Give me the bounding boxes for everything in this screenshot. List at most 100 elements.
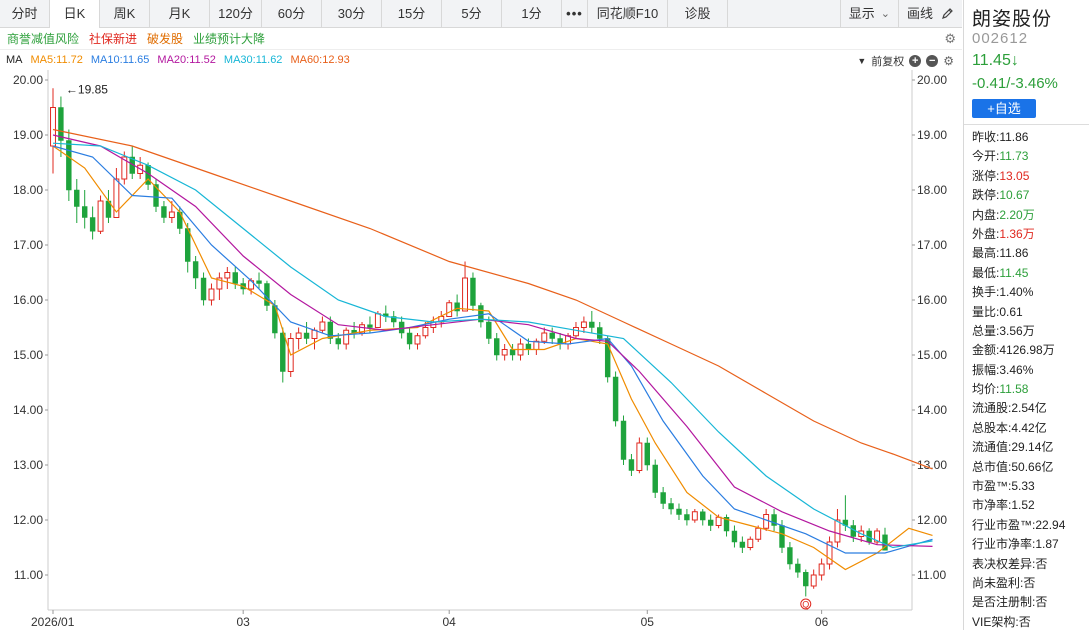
stock-tag[interactable]: 业绩预计大降 [193, 30, 265, 47]
candle-body [747, 538, 754, 548]
candle-body [652, 464, 658, 493]
candle-body [668, 503, 674, 510]
stat-row: 昨收:11.86 [972, 128, 1089, 147]
y-tick-label: 13.00 [13, 458, 43, 472]
chevron-down-icon: ⌄ [880, 7, 890, 20]
stat-row: 最低:11.45 [972, 264, 1089, 283]
tab-6[interactable]: 30分 [322, 0, 382, 28]
zoom-out-icon[interactable]: − [926, 55, 939, 67]
more-tabs-button[interactable]: ••• [562, 0, 588, 28]
stat-row: 量比:0.61 [972, 303, 1089, 322]
price-annotation: ←19.85 [66, 82, 108, 96]
candle-body [335, 338, 341, 345]
candle-body [541, 332, 548, 342]
kline-chart[interactable]: 11.00 11.00 12.00 12.00 13.00 13.00 14.00 14.00… [0, 70, 1089, 630]
candle-body [208, 288, 215, 301]
stat-label: 昨收: [972, 130, 1000, 144]
candle-body [501, 349, 508, 356]
stat-value: 11.58 [999, 382, 1029, 397]
tab-11[interactable]: 同花顺F10 [588, 0, 668, 28]
stat-label: 内盘: [972, 207, 1000, 222]
tab-12[interactable]: 诊股 [668, 0, 728, 28]
candle-body [422, 327, 429, 337]
divider [964, 124, 1089, 125]
stats-list: 昨收:11.86 今开:11.73 涨停:13.05 跌停:10.67 内盘:2.20万… [972, 128, 1089, 630]
adjust-mode-select[interactable]: 前复权 [871, 53, 904, 69]
candle-body [707, 519, 714, 526]
candle-body [580, 321, 587, 328]
tab-5[interactable]: 60分 [262, 0, 322, 28]
stat-row: 流通值:29.14亿 [972, 438, 1089, 457]
candle-body [636, 442, 643, 471]
stat-value: 1.87 [1035, 537, 1059, 552]
stat-value: 3.46% [999, 362, 1034, 377]
candle-body [525, 343, 532, 350]
stat-label: 振幅: [972, 362, 1000, 377]
tab-1[interactable]: 日K [50, 0, 100, 28]
tab-4[interactable]: 120分 [210, 0, 262, 28]
stat-value: 2.54亿 [1011, 401, 1047, 416]
stock-tag[interactable]: 社保新进 [89, 30, 137, 47]
stock-change: -0.41/-3.46% [972, 75, 1058, 92]
stat-row: 行业市盈™:22.94 [972, 516, 1089, 535]
event-marker-glyph: Q [802, 600, 809, 610]
kline-chart-svg[interactable]: 11.00 11.0012.00 12.0013.00 13.0014.00 14.00… [0, 70, 1089, 630]
candle-body [803, 572, 809, 587]
tab-8[interactable]: 5分 [442, 0, 502, 28]
ma-label[interactable]: MA [6, 54, 23, 66]
stat-label: 是否注册制: [972, 595, 1036, 610]
candle-body [184, 228, 191, 262]
stat-label: 总股本: [972, 420, 1012, 435]
chevron-down-icon[interactable]: ▼ [857, 56, 866, 66]
candle-body [398, 321, 405, 334]
tab-3[interactable]: 月K [150, 0, 210, 28]
stat-row: 均价:11.58 [972, 380, 1089, 399]
stat-row: 外盘:1.36万 [972, 225, 1089, 244]
stock-tag[interactable]: 破发股 [147, 30, 183, 47]
tab-7[interactable]: 15分 [382, 0, 442, 28]
candle-body [818, 563, 825, 576]
candle-body [462, 277, 468, 312]
ma-line-ma20 [52, 134, 933, 547]
candle-body [192, 261, 199, 279]
stat-row: 跌停:10.67 [972, 186, 1089, 205]
stock-tag[interactable]: 商誉减值风险 [7, 30, 79, 47]
stat-row: 总市值:50.66亿 [972, 458, 1089, 477]
stat-row: 是否注册制:否 [972, 593, 1089, 612]
display-dropdown[interactable]: 显示 ⌄ [841, 0, 899, 28]
tab-9[interactable]: 1分 [502, 0, 562, 28]
gear-icon[interactable]: ⚙ [943, 54, 954, 68]
y-tick-label: 20.00 [917, 73, 947, 87]
stat-value: 5.33 [1011, 479, 1035, 494]
tab-2[interactable]: 周K [100, 0, 150, 28]
stat-row: 市盈™:5.33 [972, 477, 1089, 496]
y-tick-label: 14.00 [917, 403, 947, 417]
gear-icon[interactable]: ⚙ [944, 31, 956, 47]
stat-row: 金额:4126.98万 [972, 341, 1089, 360]
stat-value: 2.20万 [999, 207, 1035, 222]
stat-row: 换手:1.40% [972, 283, 1089, 302]
tab-0[interactable]: 分时 [0, 0, 50, 28]
draw-line-button[interactable]: 画线 [899, 0, 962, 28]
ma-indicator-row: MA MA5:11.72 MA10:11.65 MA20:11.52 MA30:11.… [0, 50, 962, 70]
stat-label: 尚未盈利: [972, 575, 1024, 590]
candle-body [74, 189, 80, 207]
stat-row: 振幅:3.46% [972, 361, 1089, 380]
candle-body [470, 277, 476, 306]
zoom-in-icon[interactable]: + [909, 55, 922, 67]
stat-value: 1.40% [999, 285, 1034, 300]
add-watchlist-button[interactable]: +自选 [972, 99, 1036, 118]
stat-value: 否 [1035, 556, 1048, 571]
candle-body [256, 280, 262, 284]
stat-value: 22.94 [1035, 517, 1066, 532]
stat-row: 行业市净率:1.87 [972, 535, 1089, 554]
candle-body [200, 277, 207, 301]
candle-body [343, 329, 350, 345]
stock-name: 朗姿股份 [972, 9, 1053, 30]
y-tick-label: 19.00 [13, 128, 43, 142]
stat-row: 总量:3.56万 [972, 322, 1089, 341]
stat-value: 4126.98万 [999, 343, 1055, 358]
x-tick-label: 06 [815, 615, 829, 629]
candle-body [628, 459, 635, 471]
stat-label: VIE架构: [972, 614, 1019, 629]
